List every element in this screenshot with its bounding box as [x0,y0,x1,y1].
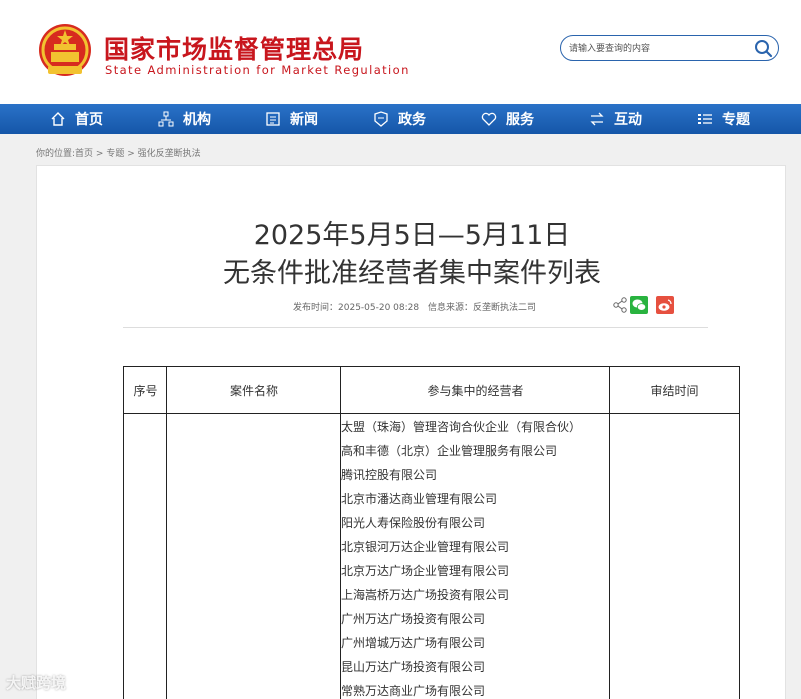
list-icon [696,110,714,128]
info-source-label: 信息来源： [428,303,474,313]
party-name: 北京银河万达企业管理有限公司 [341,540,510,554]
table-header-row: 序号 案件名称 参与集中的经营者 审结时间 [124,367,739,414]
header-serial-no: 序号 [133,384,158,398]
breadcrumb-separator: > [124,149,138,159]
party-name: 常熟万达商业广场有限公司 [341,684,486,698]
breadcrumb-link-home[interactable]: 首页 [75,149,93,159]
publish-time: 发布时间：2025-05-20 08:28 [293,300,419,313]
header-closing-date: 审结时间 [650,384,699,398]
site-header: 国家市场监督管理总局 State Administration for Mark… [0,0,801,104]
article-title-line1: 2025年5月5日—5月11日 [253,220,571,251]
nav-item-interact[interactable]: 互动 [588,104,642,134]
wechat-icon[interactable] [630,296,648,314]
party-name: 广州增城万达广场有限公司 [341,636,486,650]
publish-time-value: 2025-05-20 08:28 [338,303,420,313]
cases-table: 序号 案件名称 参与集中的经营者 审结时间 太盟（珠海）管理咨询合伙企业（有限合… [123,366,740,699]
affairs-icon [372,110,390,128]
nav-item-affairs[interactable]: 政务 [372,104,426,134]
nav-label: 互动 [614,112,642,128]
publish-time-label: 发布时间： [293,303,339,313]
news-icon [264,110,282,128]
nav-label: 首页 [75,112,103,128]
breadcrumb-separator: > [93,149,107,159]
title-divider [123,327,708,328]
nav-item-topics[interactable]: 专题 [696,104,750,134]
search-input[interactable] [569,40,749,57]
header-case-name: 案件名称 [229,384,278,398]
weibo-icon[interactable] [656,296,674,314]
nav-item-news[interactable]: 新闻 [264,104,318,134]
party-name: 腾讯控股有限公司 [341,468,438,482]
breadcrumb-link-topics[interactable]: 专题 [106,149,124,159]
main-nav: 首页 机构 新闻 政务 服务 互动 专题 [0,104,801,134]
watermark-text: 大赋跨境 [6,674,67,692]
national-emblem-icon[interactable] [38,22,92,80]
search-icon[interactable] [753,38,773,58]
party-name: 北京万达广场企业管理有限公司 [341,564,510,578]
nav-label: 政务 [398,112,426,128]
nav-item-service[interactable]: 服务 [480,104,534,134]
party-name: 广州万达广场投资有限公司 [341,612,486,626]
nav-label: 机构 [183,112,211,128]
search-box [560,35,779,61]
exchange-icon [588,110,606,128]
breadcrumb-link-antitrust[interactable]: 强化反垄断执法 [138,149,201,159]
party-name: 昆山万达广场投资有限公司 [341,660,486,674]
home-icon [49,110,67,128]
share-icon[interactable] [611,296,629,314]
breadcrumb: 你的位置:首页 > 专题 > 强化反垄断执法 [36,146,201,159]
info-source-value: 反垄断执法二司 [473,303,537,313]
heart-icon [480,110,498,128]
nav-label: 新闻 [290,112,318,128]
org-icon [157,110,175,128]
nav-label: 专题 [722,112,750,128]
party-name: 北京市潘达商业管理有限公司 [341,492,498,506]
article-title-line2: 无条件批准经营者集中案件列表 [223,258,601,289]
column-border [167,367,341,699]
party-name: 太盟（珠海）管理咨询合伙企业（有限合伙） [341,420,582,434]
article-panel: 2025年5月5日—5月11日 无条件批准经营者集中案件列表 发布时间：2025… [36,165,786,699]
site-title[interactable]: 国家市场监督管理总局 [104,30,364,66]
nav-item-home[interactable]: 首页 [49,104,103,134]
header-parties: 参与集中的经营者 [427,384,524,398]
party-name: 阳光人寿保险股份有限公司 [341,516,486,530]
breadcrumb-prefix: 你的位置: [36,149,76,159]
party-name: 高和丰德（北京）企业管理服务有限公司 [341,444,558,458]
column-border [124,367,167,699]
nav-label: 服务 [506,112,534,128]
nav-item-org[interactable]: 机构 [157,104,211,134]
party-name: 上海嵩桥万达广场投资有限公司 [341,588,510,602]
site-subtitle[interactable]: State Administration for Market Regulati… [105,63,410,77]
info-source: 信息来源：反垄断执法二司 [428,300,536,313]
